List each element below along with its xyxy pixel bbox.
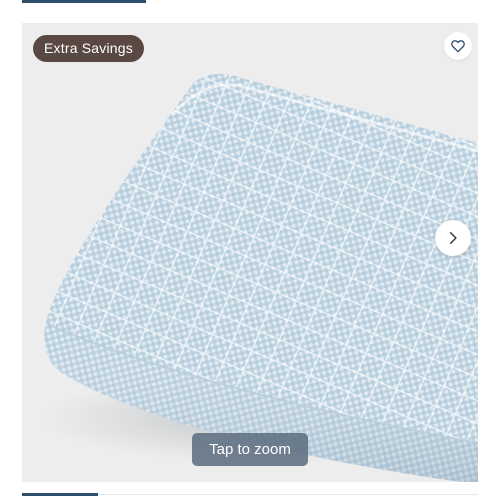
bottom-divider: [98, 494, 478, 495]
product-image-gallery[interactable]: Extra Savings Tap to zoom: [22, 23, 478, 482]
heart-outline-icon: [451, 40, 465, 53]
next-image-button[interactable]: [435, 220, 471, 256]
tap-to-zoom-label[interactable]: Tap to zoom: [192, 433, 308, 466]
product-image[interactable]: [22, 23, 478, 482]
gallery-progress-indicator: [22, 493, 98, 496]
top-divider: [22, 0, 146, 3]
favorite-button[interactable]: [444, 32, 472, 60]
extra-savings-badge: Extra Savings: [33, 35, 144, 62]
chevron-right-icon: [449, 232, 457, 244]
